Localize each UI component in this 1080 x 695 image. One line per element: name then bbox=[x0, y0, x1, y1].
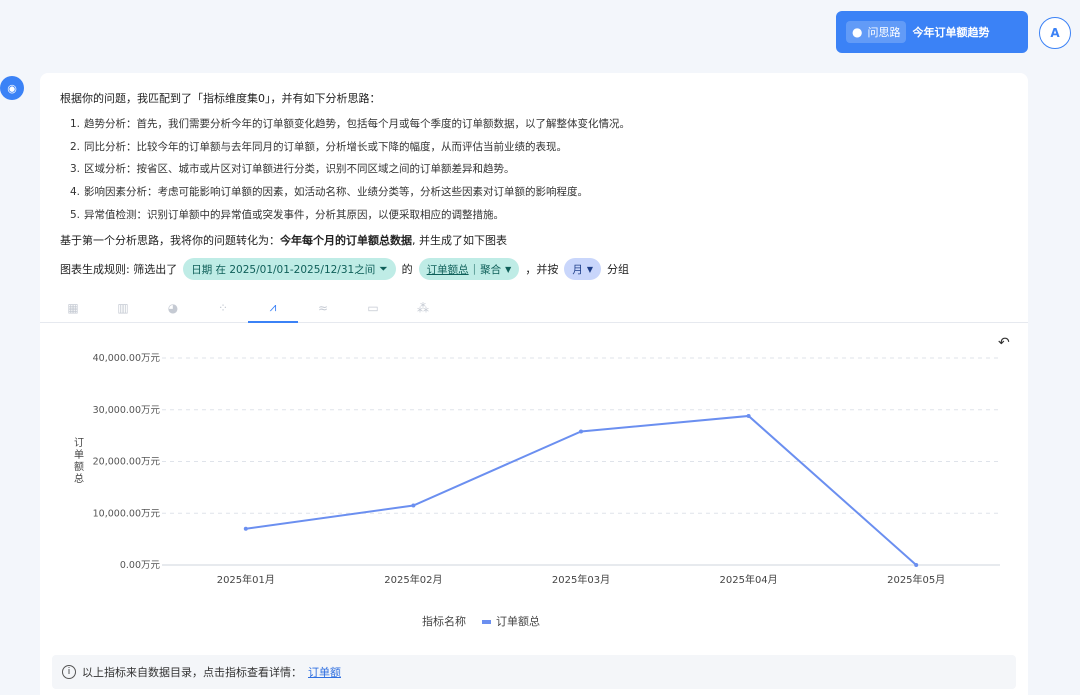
scatter-tab[interactable]: ⁘ bbox=[198, 293, 248, 323]
combo-tab[interactable]: ⁂ bbox=[398, 293, 448, 323]
card-tab[interactable]: ▭ bbox=[348, 293, 398, 323]
pie-chart-icon: ◕ bbox=[167, 301, 179, 315]
legend-item[interactable]: 订单额总 bbox=[482, 613, 540, 629]
y-tick-label: 40,000.00万元 bbox=[93, 353, 161, 364]
location-pin-icon: ● bbox=[852, 25, 863, 39]
pie-chart-tab[interactable]: ◕ bbox=[148, 293, 198, 323]
chevron-down-icon: ▼ bbox=[505, 264, 512, 274]
list-item: 1. 趋势分析：首先，我们需要分析今年的订单额变化趋势，包括每个月或每个季度的订单… bbox=[70, 118, 630, 130]
data-point bbox=[579, 429, 583, 434]
group-by-pill[interactable]: 月 ▼ bbox=[564, 258, 601, 280]
legend-title: 指标名称 bbox=[422, 615, 466, 628]
data-source-note: i 以上指标来自数据目录，点击指标查看详情： 订单额 bbox=[52, 655, 1016, 689]
x-tick-label: 2025年02月 bbox=[384, 573, 442, 586]
info-icon: i bbox=[62, 665, 76, 679]
measure-pill[interactable]: 订单额总 | 聚合 ▼ bbox=[418, 258, 520, 280]
data-point bbox=[746, 413, 751, 418]
conversion-summary: 基于第一个分析思路，我将你的问题转化为：今年每个月的订单额总数据, 并生成了如下… bbox=[60, 234, 507, 247]
card-icon: ▭ bbox=[367, 301, 379, 315]
area-chart-icon: ≈ bbox=[317, 301, 329, 315]
list-item: 4. 影响因素分析：考虑可能影响订单额的因素，如活动名称、业绩分类等，分析这些因素… bbox=[70, 186, 588, 199]
chart-legend: 指标名称 订单额总 bbox=[422, 613, 540, 629]
table-tab[interactable]: ▦ bbox=[48, 293, 98, 323]
answer-intro: 根据你的问题，我匹配到了「指标维度集0」，并有如下分析思路： bbox=[60, 92, 381, 105]
y-tick-label: 20,000.00万元 bbox=[93, 457, 161, 468]
chart-rule-row: 图表生成规则: 筛选出了 日期 在 2025/01/01-2025/12/31之… bbox=[60, 258, 629, 280]
chart-type-tabs: ▦ ▥ ◕ ⁘ ⩘ ≈ ▭ ⁂ bbox=[40, 293, 1028, 323]
converted-question: 今年每个月的订单额总数据 bbox=[280, 234, 412, 247]
bar-chart-tab[interactable]: ▥ bbox=[98, 293, 148, 323]
query-mode-label: 问思路 bbox=[867, 26, 901, 39]
x-tick-label: 2025年05月 bbox=[887, 573, 945, 586]
filter-icon: ⏷ bbox=[379, 262, 388, 275]
x-tick-label: 2025年03月 bbox=[552, 573, 610, 586]
y-tick-label: 10,000.00万元 bbox=[93, 508, 161, 519]
line-chart: 0.00万元 10,000.00万元 20,000.00万元 30,000.00万元 4… bbox=[74, 353, 1000, 586]
area-chart-tab[interactable]: ≈ bbox=[298, 293, 348, 323]
line-chart-tab[interactable]: ⩘ bbox=[248, 293, 298, 323]
user-query-bubble: ● 问思路 今年订单额趋势 bbox=[836, 11, 1028, 53]
answer-card: 根据你的问题，我匹配到了「指标维度集0」，并有如下分析思路： 1. 趋势分析：首先… bbox=[40, 73, 1028, 695]
y-axis-title: 订单额总 bbox=[74, 437, 84, 485]
list-item: 3. 区域分析：按省区、城市或片区对订单额进行分类，识别不同区域之间的订单额差异和… bbox=[70, 163, 515, 176]
combo-icon: ⁂ bbox=[417, 301, 429, 315]
y-tick-label: 0.00万元 bbox=[120, 560, 161, 571]
list-item: 2. 同比分析：比较今年的订单额与去年同月的订单额，分析增长或下降的幅度，从而评估… bbox=[70, 140, 567, 153]
bar-chart-icon: ▥ bbox=[117, 301, 129, 315]
list-item: 5. 异常值检测：识别订单额中的异常值或突发事件，分析其原因，以便采取相应的调整措… bbox=[70, 208, 504, 221]
series-line bbox=[245, 414, 917, 566]
query-mode-chip[interactable]: ● 问思路 bbox=[846, 21, 907, 43]
metric-link[interactable]: 订单额 bbox=[308, 664, 341, 680]
data-point bbox=[411, 503, 416, 508]
y-tick-label: 30,000.00万元 bbox=[93, 405, 161, 416]
assistant-avatar-icon: ◉ bbox=[0, 76, 24, 100]
data-point bbox=[243, 526, 248, 531]
user-avatar[interactable]: A bbox=[1039, 17, 1071, 49]
date-filter-pill[interactable]: 日期 在 2025/01/01-2025/12/31之间 ⏷ bbox=[183, 258, 396, 280]
scatter-icon: ⁘ bbox=[217, 301, 229, 315]
x-tick-label: 2025年04月 bbox=[720, 573, 778, 586]
query-text: 今年订单额趋势 bbox=[912, 26, 990, 39]
data-point bbox=[914, 563, 919, 567]
x-tick-label: 2025年01月 bbox=[217, 573, 275, 586]
analysis-steps: 1. 趋势分析：首先，我们需要分析今年的订单额变化趋势，包括每个月或每个季度的订单… bbox=[70, 113, 630, 227]
line-chart-icon: ⩘ bbox=[269, 299, 277, 314]
chevron-down-icon: ▼ bbox=[586, 264, 593, 274]
table-icon: ▦ bbox=[67, 301, 79, 315]
